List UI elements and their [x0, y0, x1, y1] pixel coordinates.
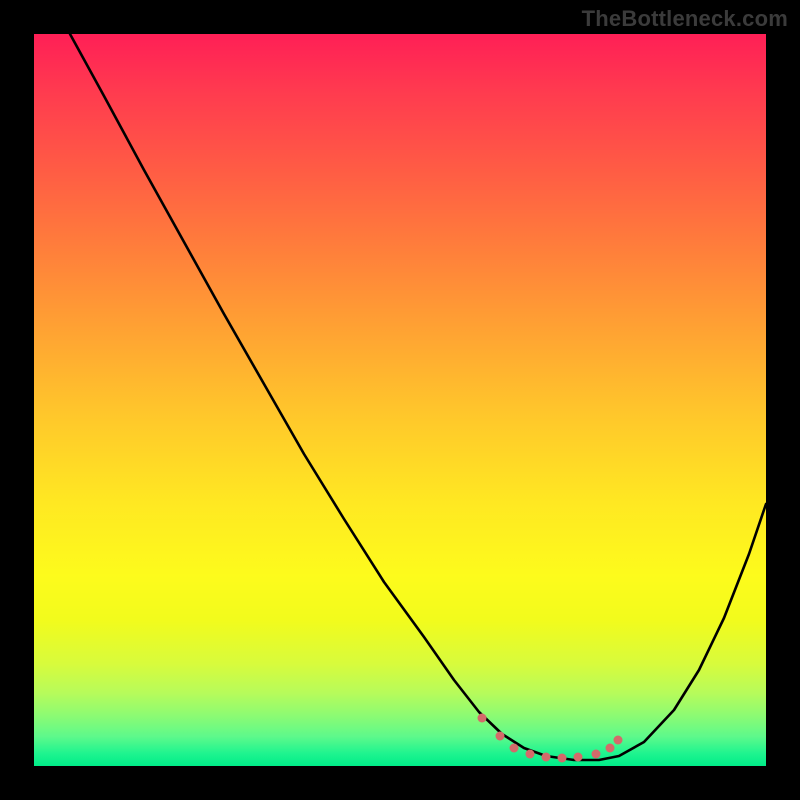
valley-highlight-dots [34, 34, 766, 766]
gradient-plot-area [34, 34, 766, 766]
watermark-text: TheBottleneck.com [582, 6, 788, 32]
